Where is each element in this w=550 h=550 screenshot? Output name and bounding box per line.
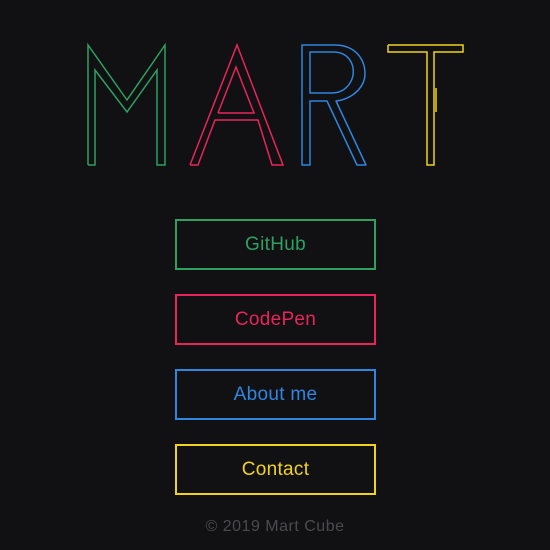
logo-letter-r — [301, 44, 367, 166]
logo-letter-m — [87, 42, 166, 166]
contact-button[interactable]: Contact — [175, 444, 376, 495]
copyright-footer: © 2019 Mart Cube — [205, 518, 345, 535]
logo-letter-t — [387, 44, 464, 166]
github-button[interactable]: GitHub — [175, 219, 376, 270]
site-logo — [87, 42, 464, 166]
logo-letter-a — [189, 42, 285, 166]
codepen-button[interactable]: CodePen — [175, 294, 376, 345]
about-me-button[interactable]: About me — [175, 369, 376, 420]
